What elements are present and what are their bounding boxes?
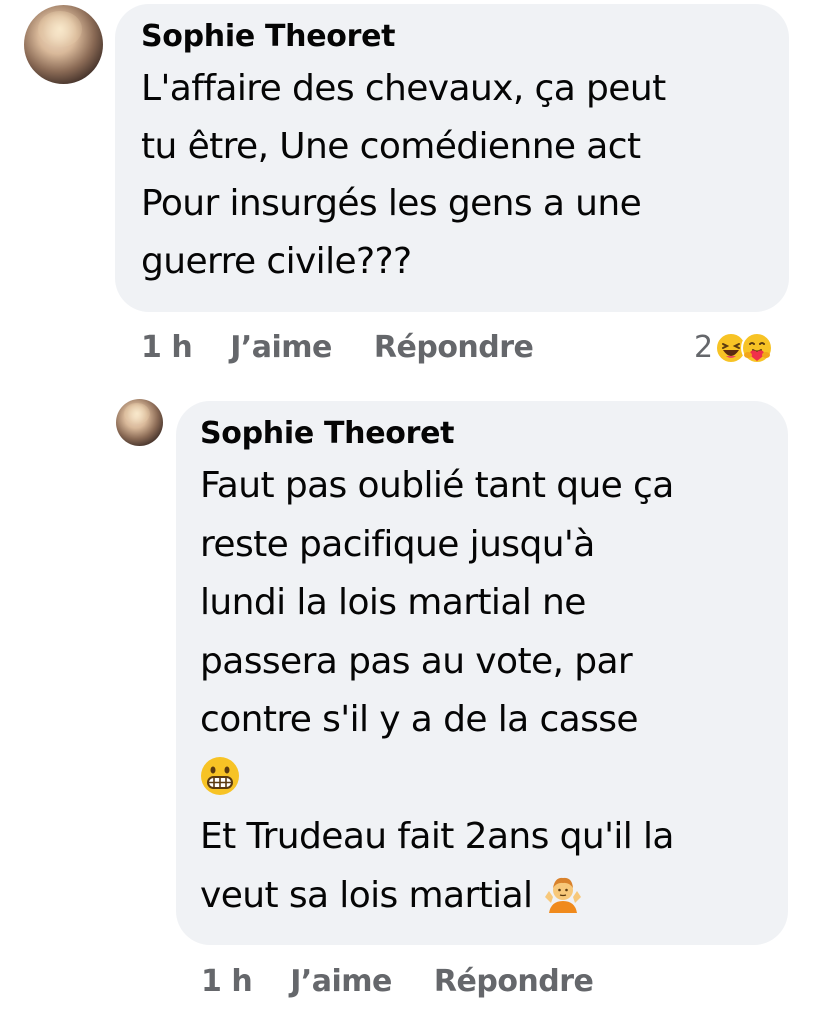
comment-timestamp[interactable]: 1 h <box>201 964 253 999</box>
comment-actions: 1 h J’aime Répondre <box>201 964 594 999</box>
comment-text: L'affaire des chevaux, ça peut tu être, … <box>141 68 666 282</box>
comment-text: Faut pas oublié tant que ça reste pacifi… <box>200 457 764 925</box>
reaction-summary[interactable]: 2 <box>694 330 774 365</box>
reaction-count: 2 <box>694 330 714 365</box>
comment-author[interactable]: Sophie Theoret <box>141 18 763 56</box>
comment-bubble: Sophie Theoret L'affaire des chevaux, ça… <box>115 4 789 312</box>
reply-bubble: Sophie Theoret Faut pas oublié tant que … <box>176 401 788 945</box>
comment-text-part: Faut pas oublié tant que ça reste pacifi… <box>200 465 674 740</box>
avatar[interactable] <box>24 5 103 84</box>
reply-button[interactable]: Répondre <box>434 964 594 999</box>
avatar[interactable] <box>116 399 163 446</box>
person-shrugging-icon <box>545 877 582 913</box>
comment-author[interactable]: Sophie Theoret <box>200 415 764 453</box>
hugging-face-icon <box>741 331 774 364</box>
comment-actions: 1 h J’aime Répondre <box>141 330 534 365</box>
reply-button[interactable]: Répondre <box>374 330 534 365</box>
comment-text-part: Et Trudeau fait 2ans qu'il la veut sa lo… <box>200 816 675 916</box>
like-button[interactable]: J’aime <box>230 330 332 365</box>
like-button[interactable]: J’aime <box>290 964 392 999</box>
comment-thread: Sophie Theoret L'affaire des chevaux, ça… <box>0 0 813 1023</box>
comment-timestamp[interactable]: 1 h <box>141 330 193 365</box>
grimacing-face-icon <box>201 756 239 795</box>
